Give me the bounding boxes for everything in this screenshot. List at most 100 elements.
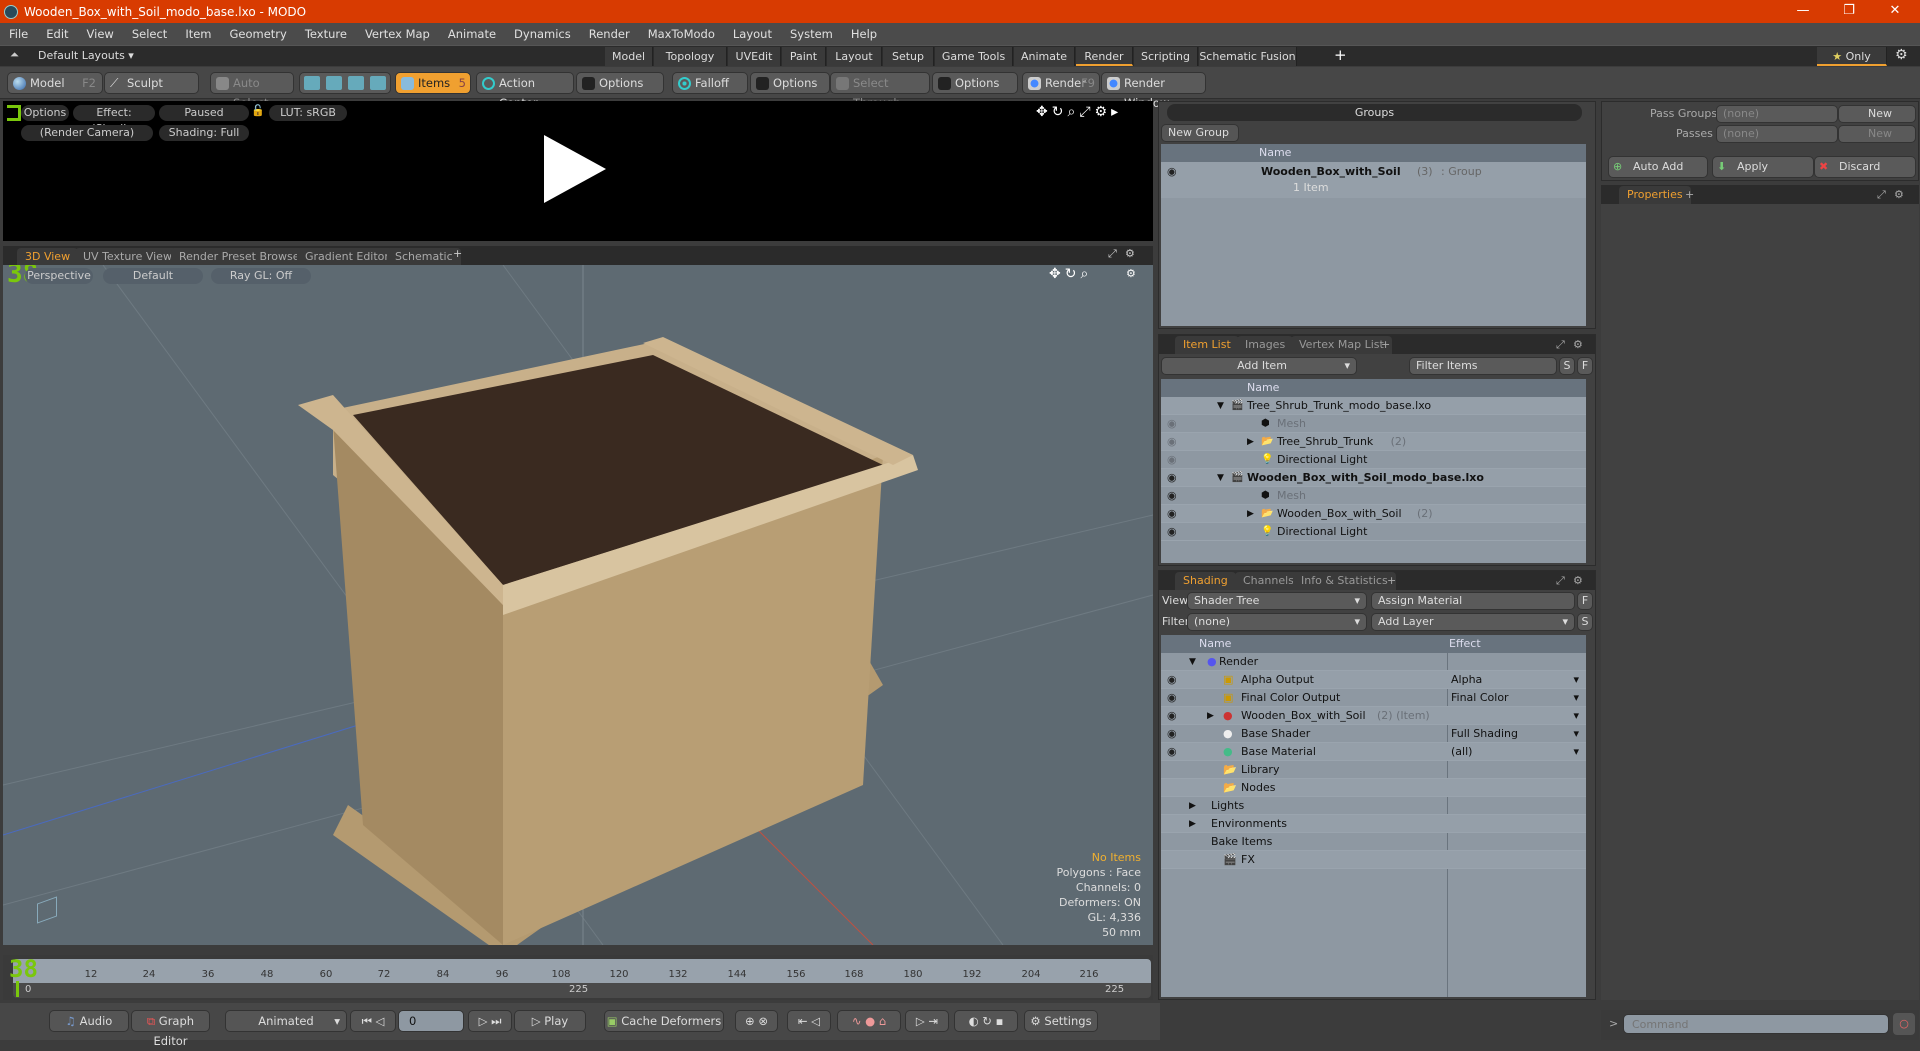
tab-scripting[interactable]: Scripting <box>1134 47 1198 66</box>
default-layouts-dropdown[interactable]: Default Layouts ▾ <box>38 49 134 62</box>
menu-system[interactable]: System <box>781 27 842 41</box>
item-list-row[interactable]: ◉ ⬢ Mesh <box>1161 415 1586 433</box>
graph-editor-button[interactable]: ⧉ Graph Editor <box>131 1010 210 1048</box>
new-pass-button[interactable]: New <box>1838 125 1916 143</box>
tab-layout[interactable]: Layout <box>827 47 882 66</box>
shader-tree-row[interactable]: ▼ ● Render <box>1161 653 1586 671</box>
tab-render-preset-browser[interactable]: Render Preset Browser <box>171 248 313 265</box>
new-pass-group-button[interactable]: New <box>1838 105 1916 123</box>
pan-icon[interactable]: ✥ <box>1049 266 1065 282</box>
add-item-dropdown[interactable]: Add Item ▾ <box>1161 357 1357 375</box>
shader-tree-row[interactable]: 📂 Library <box>1161 761 1586 779</box>
gear-icon[interactable]: ⚙ <box>1126 267 1136 280</box>
tab-schematic[interactable]: Schematic <box>387 248 461 265</box>
key-tools-group[interactable]: ◐ ↻ ▪ <box>954 1010 1018 1032</box>
vertices-mode-icon[interactable] <box>304 76 320 90</box>
add-tab-button[interactable]: + <box>1685 185 1694 204</box>
collapse-arrow-icon[interactable]: ▶ <box>1189 815 1196 833</box>
discard-button[interactable]: ✖ Discard <box>1814 156 1916 178</box>
tab-setup[interactable]: Setup <box>883 47 934 66</box>
frame-input[interactable]: 0 <box>398 1010 464 1032</box>
preview-options-button[interactable]: Options <box>21 105 69 121</box>
edges-mode-icon[interactable] <box>326 76 342 90</box>
passes-dropdown[interactable]: (none) <box>1716 125 1838 143</box>
filter-items-input[interactable]: Filter Items <box>1409 357 1557 375</box>
layout-toggle-icon[interactable]: ⏶ <box>10 48 19 62</box>
render-camera-dropdown[interactable]: (Render Camera) <box>21 125 153 141</box>
tab-game-tools[interactable]: Game Tools <box>935 47 1013 66</box>
select-through-button[interactable]: Select Through <box>830 72 930 110</box>
effect-dropdown[interactable]: (all) ▾ <box>1451 743 1581 761</box>
shader-tree-row[interactable]: ◉ ▶ ● Wooden_Box_with_Soil (2) (Item) ▾ <box>1161 707 1586 725</box>
tab-render[interactable]: Render <box>1076 47 1133 66</box>
item-list-row[interactable]: ▼ 🎬 Tree_Shrub_Trunk_modo_base.lxo <box>1161 397 1586 415</box>
step-forward-icon[interactable]: ▷ <box>479 1014 488 1028</box>
s-toggle[interactable]: S <box>1577 613 1593 631</box>
tab-item-list[interactable]: Item List <box>1175 336 1239 354</box>
collapse-arrow-icon[interactable]: ▶ <box>1189 797 1196 815</box>
view-dropdown[interactable]: Shader Tree ▾ <box>1187 592 1367 610</box>
expand-arrow-icon[interactable]: ▸ <box>1111 104 1122 120</box>
default-style-dropdown[interactable]: Default <box>103 268 203 284</box>
menu-edit[interactable]: Edit <box>37 27 77 41</box>
maximize-icon[interactable]: ⤢ <box>1079 104 1094 120</box>
shader-tree-row[interactable]: Bake Items <box>1161 833 1586 851</box>
materials-mode-icon[interactable] <box>370 76 386 90</box>
add-layout-tab-button[interactable]: + <box>1334 46 1347 64</box>
item-list-row[interactable]: ◉ 💡 Directional Light <box>1161 523 1586 541</box>
restore-button[interactable]: ❐ <box>1826 0 1872 23</box>
item-list-row[interactable]: ◉ ▼ 🎬 Wooden_Box_with_Soil_modo_base.lxo <box>1161 469 1586 487</box>
menu-layout[interactable]: Layout <box>724 27 781 41</box>
menu-dynamics[interactable]: Dynamics <box>505 27 580 41</box>
timeline-range[interactable]: 0 225 225 <box>13 981 1151 998</box>
visibility-eye-icon[interactable]: ◉ <box>1167 523 1177 541</box>
gear-icon[interactable]: ⚙ <box>1894 185 1904 204</box>
raygl-dropdown[interactable]: Ray GL: Off <box>211 268 311 284</box>
visibility-eye-icon[interactable]: ◉ <box>1167 433 1177 451</box>
item-list-row[interactable]: ◉ 💡 Directional Light <box>1161 451 1586 469</box>
zoom-icon[interactable]: ⌕ <box>1067 104 1079 120</box>
visibility-eye-icon[interactable]: ◉ <box>1167 743 1177 761</box>
filter-dropdown[interactable]: (none) ▾ <box>1187 613 1367 631</box>
collapse-arrow-icon[interactable]: ▶ <box>1207 707 1214 725</box>
visibility-eye-icon[interactable]: ◉ <box>1167 689 1177 707</box>
expand-arrow-icon[interactable]: ▼ <box>1217 469 1224 487</box>
maximize-icon[interactable]: ⤢ <box>1556 335 1565 354</box>
assign-material-button[interactable]: Assign Material <box>1371 592 1575 610</box>
effect-dropdown[interactable]: Alpha ▾ <box>1451 671 1581 689</box>
collapse-arrow-icon[interactable]: ▶ <box>1247 505 1254 523</box>
sculpt-mode-button[interactable]: ⟋ Sculpt <box>104 72 199 94</box>
item-list-row[interactable]: ◉ ▶ 📂 Wooden_Box_with_Soil (2) <box>1161 505 1586 523</box>
f-toggle[interactable]: F <box>1577 357 1593 375</box>
items-mode-button[interactable]: Items 5 <box>395 72 471 94</box>
tab-uv-texture-view[interactable]: UV Texture View <box>75 248 180 265</box>
maximize-icon[interactable]: ⤢ <box>1556 571 1565 590</box>
tab-uvedit[interactable]: UVEdit <box>728 47 781 66</box>
add-layer-dropdown[interactable]: Add Layer ▾ <box>1371 613 1575 631</box>
visibility-eye-icon[interactable]: ◉ <box>1167 451 1177 469</box>
visibility-eye-icon[interactable]: ◉ <box>1167 725 1177 743</box>
play-icon[interactable] <box>544 135 606 203</box>
tab-schematic-fusion[interactable]: Schematic Fusion <box>1199 47 1297 66</box>
shader-tree-row[interactable]: 🎬 FX <box>1161 851 1586 869</box>
menu-maxtomodo[interactable]: MaxToModo <box>639 27 724 41</box>
cache-deformers-button[interactable]: ▣ Cache Deformers <box>604 1010 724 1032</box>
tab-model[interactable]: Model <box>605 47 653 66</box>
rotate-icon[interactable]: ↻ <box>1052 104 1068 120</box>
menu-help[interactable]: Help <box>842 27 886 41</box>
render-button[interactable]: Render F9 <box>1022 72 1100 94</box>
close-button[interactable]: ✕ <box>1872 0 1918 23</box>
tab-animate[interactable]: Animate <box>1014 47 1075 66</box>
auto-add-button[interactable]: ⊕ Auto Add <box>1608 156 1708 178</box>
shader-tree-row[interactable]: ◉ ▣ Final Color Output Final Color ▾ <box>1161 689 1586 707</box>
expand-arrow-icon[interactable]: ▼ <box>1217 397 1224 415</box>
key-nav-group[interactable]: ⊕ ⊗ <box>735 1010 778 1032</box>
shader-tree-row[interactable]: ◉ ▣ Alpha Output Alpha ▾ <box>1161 671 1586 689</box>
step-back-icon[interactable]: ◁ <box>376 1014 385 1028</box>
item-list-row[interactable]: ◉ ⬢ Mesh <box>1161 487 1586 505</box>
tab-paint[interactable]: Paint <box>782 47 826 66</box>
playhead[interactable] <box>16 981 19 997</box>
paused-button[interactable]: Paused <box>159 105 249 121</box>
render-window-button[interactable]: Render Window <box>1101 72 1206 110</box>
tab-channels[interactable]: Channels <box>1235 572 1302 590</box>
